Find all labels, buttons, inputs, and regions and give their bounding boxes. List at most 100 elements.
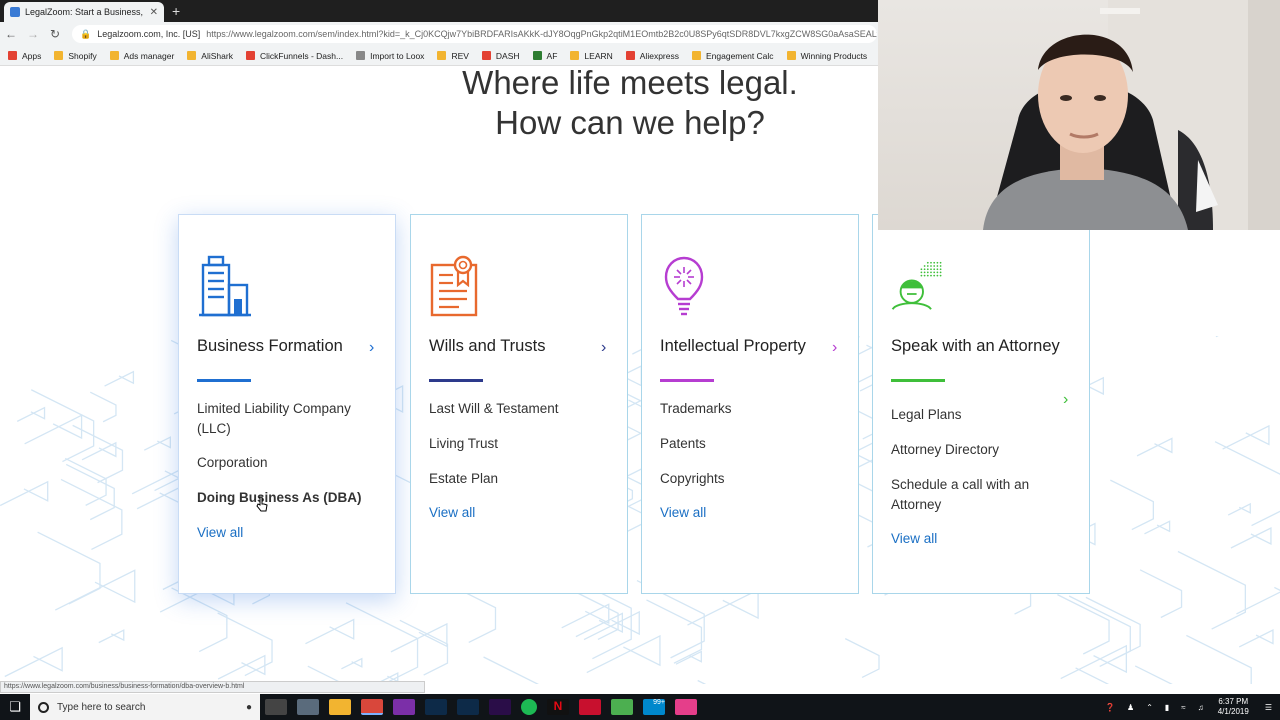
forward-arrow-icon[interactable]: → [22, 27, 44, 41]
bookmark-item[interactable]: Engagement Calc [691, 51, 774, 61]
url-text: https://www.legalzoom.com/sem/index.html… [206, 29, 877, 39]
bookmark-label: REV [451, 50, 469, 61]
notification-badge: 99+ [653, 699, 665, 706]
task-view-icon[interactable] [265, 699, 287, 715]
wifi-icon[interactable]: ≈ [1181, 703, 1185, 712]
site-identity: Legalzoom.com, Inc. [US] [97, 29, 201, 39]
new-tab-button[interactable]: + [172, 3, 180, 19]
webcam-person-image [983, 0, 1280, 230]
taskbar-search-box[interactable]: Type here to search ● [30, 694, 260, 720]
spotify-icon[interactable] [521, 699, 537, 715]
bookmark-item[interactable]: Aliexpress [625, 51, 679, 61]
bookmark-item[interactable]: Winning Products [786, 50, 868, 61]
bookmark-label: Ads manager [123, 50, 175, 61]
chevron-right-icon[interactable]: › [832, 339, 837, 357]
netflix-icon[interactable]: N [547, 699, 569, 715]
system-tray: ❓ ♟ ⌃ ▮ ≈ ♫ 6:37 PM 4/1/2019 ☰ [1099, 694, 1280, 720]
people-icon[interactable]: ♟ [1127, 703, 1134, 712]
bookmark-item[interactable]: Import to Loox [356, 51, 424, 61]
bookmark-item[interactable]: LEARN [570, 50, 613, 61]
view-all-link[interactable]: View all [660, 505, 706, 520]
bookmark-item[interactable]: Shopify [54, 51, 97, 61]
card-intellectual-property[interactable]: Intellectual Property › Trademarks Paten… [641, 214, 859, 594]
card-wills-and-trusts[interactable]: Wills and Trusts › Last Will & Testament… [410, 214, 628, 594]
tab-title: LegalZoom: Start a Business, Pro [25, 7, 146, 17]
accent-rule [429, 379, 483, 382]
view-all-link[interactable]: View all [429, 505, 475, 520]
skype-icon[interactable]: 99+ [643, 699, 665, 715]
bookmark-folder-icon [187, 51, 197, 60]
app-icon[interactable] [297, 699, 319, 715]
card-speak-with-attorney[interactable]: Speak with an Attorney › Legal Plans Att… [872, 214, 1090, 594]
link-estate-plan[interactable]: Estate Plan [429, 469, 609, 489]
clock[interactable]: 6:37 PM 4/1/2019 [1218, 697, 1249, 717]
card-title[interactable]: Intellectual Property [660, 337, 806, 356]
bookmark-folder-icon [245, 51, 255, 60]
app-color-icon[interactable] [675, 699, 697, 715]
bookmark-item[interactable]: REV [437, 50, 469, 61]
browser-tab[interactable]: LegalZoom: Start a Business, Pro ✕ [4, 2, 164, 22]
view-all-link[interactable]: View all [197, 525, 243, 540]
view-all-link[interactable]: View all [891, 531, 937, 546]
onenote-icon[interactable] [393, 699, 415, 715]
office-building-icon [199, 255, 251, 317]
status-url: https://www.legalzoom.com/business/busin… [0, 681, 425, 693]
bookmark-label: ClickFunnels - Dash... [259, 50, 344, 61]
battery-icon[interactable]: ▮ [1165, 703, 1169, 712]
link-attorney-directory[interactable]: Attorney Directory [891, 440, 1071, 460]
link-living-trust[interactable]: Living Trust [429, 434, 609, 454]
card-business-formation[interactable]: Business Formation › Limited Liability C… [178, 214, 396, 594]
app-green-icon[interactable] [611, 699, 633, 715]
chevron-right-icon[interactable]: › [369, 339, 374, 357]
url-bar[interactable]: 🔒 Legalzoom.com, Inc. [US] https://www.l… [72, 25, 877, 43]
card-title[interactable]: Speak with an Attorney [891, 337, 1060, 356]
windows-start-icon[interactable]: ❏ [0, 699, 30, 715]
bookmark-folder-icon [356, 51, 366, 60]
volume-icon[interactable]: ♫ [1198, 703, 1204, 712]
link-llc[interactable]: Limited Liability Company (LLC) [197, 399, 377, 439]
bookmark-item[interactable]: Apps [8, 51, 41, 61]
notifications-icon[interactable]: ☰ [1265, 703, 1272, 712]
bookmark-item[interactable]: AliShark [187, 51, 233, 61]
lightroom-icon[interactable] [457, 699, 479, 715]
cortana-icon [38, 701, 49, 713]
photoshop-icon[interactable] [425, 699, 447, 715]
bookmark-label: Winning Products [800, 50, 868, 61]
app-z-icon[interactable] [579, 699, 601, 715]
link-corporation[interactable]: Corporation [197, 453, 377, 473]
bookmark-folder-icon [625, 51, 635, 60]
bookmark-item[interactable]: Ads manager [109, 50, 175, 61]
card-title[interactable]: Wills and Trusts [429, 337, 545, 356]
bookmark-label: Import to Loox [370, 50, 425, 61]
back-arrow-icon[interactable]: ← [0, 27, 22, 41]
will-document-icon [430, 255, 478, 317]
chevron-right-icon[interactable]: › [601, 339, 606, 357]
help-icon[interactable]: ❓ [1105, 703, 1115, 712]
bookmark-item[interactable]: DASH [481, 51, 520, 61]
hero-headline: Where life meets legal. [462, 66, 798, 101]
chrome-icon[interactable] [361, 699, 383, 715]
file-explorer-icon[interactable] [329, 699, 351, 715]
chevron-up-icon[interactable]: ⌃ [1146, 703, 1153, 712]
close-tab-icon[interactable]: ✕ [150, 7, 158, 18]
reload-icon[interactable]: ↻ [44, 27, 66, 41]
bookmark-label: AF [546, 50, 558, 61]
card-title[interactable]: Business Formation [197, 337, 343, 356]
bookmark-item[interactable]: ClickFunnels - Dash... [245, 50, 344, 61]
microphone-icon[interactable]: ● [246, 702, 252, 713]
webcam-overlay [878, 0, 1280, 230]
link-patents[interactable]: Patents [660, 434, 840, 454]
bookmark-item[interactable]: AF [532, 50, 558, 61]
bookmark-folder-icon [691, 51, 701, 60]
search-placeholder: Type here to search [57, 701, 146, 713]
link-trademarks[interactable]: Trademarks [660, 399, 840, 419]
legalzoom-favicon-icon [10, 7, 20, 17]
link-dba[interactable]: Doing Business As (DBA) [197, 488, 377, 508]
link-last-will[interactable]: Last Will & Testament [429, 399, 609, 419]
premiere-icon[interactable] [489, 699, 511, 715]
bookmark-label: LEARN [584, 50, 613, 61]
link-copyrights[interactable]: Copyrights [660, 469, 840, 489]
hero-subheadline: How can we help? [495, 104, 765, 141]
link-legal-plans[interactable]: Legal Plans [891, 405, 1071, 425]
link-schedule-call[interactable]: Schedule a call with an Attorney [891, 475, 1071, 515]
